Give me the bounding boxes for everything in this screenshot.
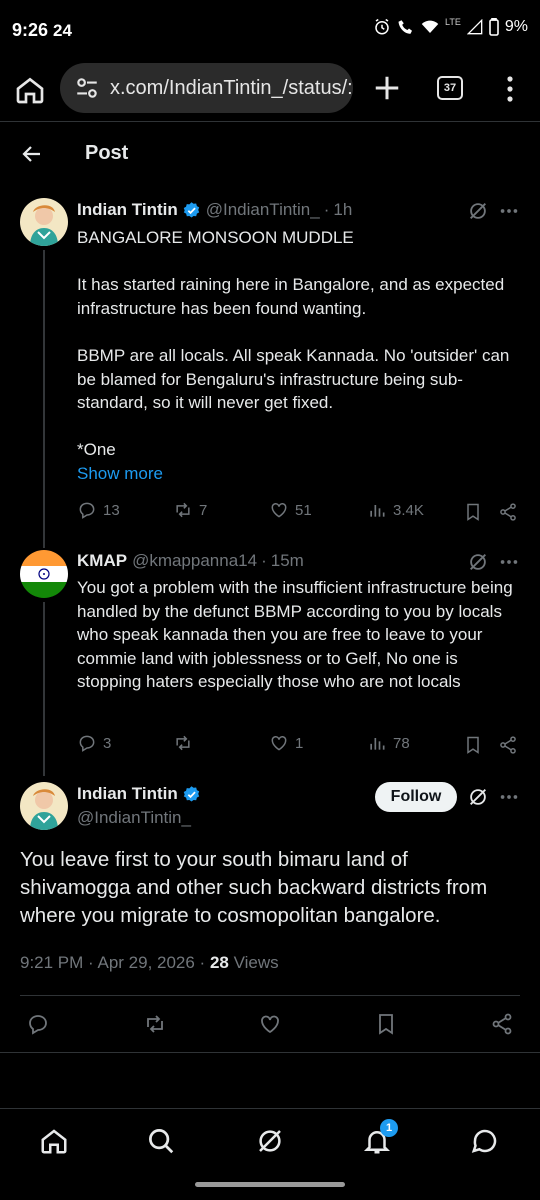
status-icons: LTE 9% <box>373 17 528 36</box>
tweet-header: Indian Tintin <box>77 784 201 804</box>
india-flag-avatar <box>20 550 68 598</box>
reply-button[interactable]: 3 <box>77 733 111 753</box>
heart-icon[interactable] <box>258 1012 282 1036</box>
tweet-meta: 9:21 PM · Apr 29, 2026 · 28 Views <box>20 953 279 973</box>
avatar[interactable] <box>20 198 68 246</box>
tweet-time[interactable]: 15m <box>271 551 304 571</box>
bookmark-icon[interactable] <box>463 735 483 755</box>
home-icon[interactable] <box>14 74 46 106</box>
views-count: 28 <box>209 953 229 972</box>
repost-button[interactable]: 7 <box>173 500 207 520</box>
alarm-icon <box>375 18 389 35</box>
avatar-image <box>20 782 68 830</box>
tweet-header: Indian Tintin @IndianTintin_ · 1h <box>77 200 353 220</box>
reply-icon <box>79 735 95 752</box>
analytics-icon <box>370 505 385 517</box>
repost-button[interactable] <box>173 733 193 753</box>
main-tweet-text: You leave first to your south bimaru lan… <box>20 848 488 927</box>
new-tab-icon[interactable] <box>372 73 402 103</box>
grok-icon[interactable] <box>467 786 489 808</box>
verified-badge-icon <box>183 785 199 802</box>
more-vertical-icon[interactable] <box>500 74 520 104</box>
grok-icon[interactable] <box>467 200 489 222</box>
like-button[interactable]: 51 <box>269 500 312 520</box>
repost-icon <box>176 735 190 751</box>
post-header: Post <box>0 122 540 184</box>
tab-switcher-button[interactable]: 37 <box>437 76 463 100</box>
wifi-call-icon <box>398 20 413 34</box>
author-handle[interactable]: @IndianTintin_ <box>77 808 191 828</box>
status-time: 9:26 24 <box>12 20 72 40</box>
share-icon[interactable] <box>498 735 518 755</box>
main-tweet-actions <box>0 1008 540 1042</box>
tweet-time[interactable]: 1h <box>333 200 352 220</box>
grok-icon[interactable] <box>255 1126 285 1156</box>
more-horizontal-icon[interactable] <box>498 200 520 222</box>
home-icon[interactable] <box>39 1126 69 1156</box>
author-handle[interactable]: @kmappanna14 <box>132 551 257 571</box>
more-horizontal-icon[interactable] <box>498 551 520 573</box>
divider <box>0 1052 540 1053</box>
search-icon[interactable] <box>146 1126 176 1156</box>
gesture-bar[interactable] <box>195 1182 345 1187</box>
status-bar: 9:26 24 LTE 9% <box>0 0 540 60</box>
battery-percent: 9% <box>504 18 528 35</box>
share-icon[interactable] <box>490 1012 514 1036</box>
messages-icon[interactable] <box>470 1126 500 1156</box>
verified-badge-icon <box>183 201 199 218</box>
views-label: Views <box>228 953 279 972</box>
heart-icon <box>271 502 287 518</box>
lte-label: LTE <box>445 17 461 27</box>
tweet-header: KMAP @kmappanna14 · 15m <box>77 551 304 571</box>
browser-toolbar: x.com/IndianTintin_/status/: 37 <box>0 60 540 122</box>
notification-badge: 1 <box>380 1119 398 1137</box>
repost-icon <box>176 502 190 518</box>
wifi-icon <box>421 20 439 33</box>
tweet-actions: 3 1 78 <box>77 733 522 759</box>
follow-button[interactable]: Follow <box>375 782 457 812</box>
reply-icon[interactable] <box>26 1012 50 1036</box>
show-more-link[interactable]: Show more <box>77 462 517 486</box>
tweet-body: BANGALORE MONSOON MUDDLE It has started … <box>77 226 517 486</box>
views-button[interactable]: 3.4K <box>367 500 424 520</box>
bookmark-icon[interactable] <box>463 502 483 522</box>
reply-button[interactable]: 13 <box>77 500 120 520</box>
heart-icon <box>271 735 287 751</box>
author-name[interactable]: Indian Tintin <box>77 784 178 804</box>
signal-icon <box>466 19 483 35</box>
grok-icon[interactable] <box>467 551 489 573</box>
avatar[interactable] <box>20 550 68 598</box>
thread-line <box>43 602 45 776</box>
thread-line <box>43 250 45 548</box>
address-bar[interactable]: x.com/IndianTintin_/status/: <box>60 63 353 113</box>
bottom-nav: 1 <box>0 1108 540 1178</box>
timestamp[interactable]: 9:21 PM · Apr 29, 2026 · <box>20 953 210 972</box>
views-button[interactable]: 78 <box>367 733 410 753</box>
repost-icon[interactable] <box>143 1012 167 1036</box>
battery-icon <box>489 18 499 36</box>
author-handle[interactable]: @IndianTintin_ <box>206 200 320 220</box>
avatar[interactable] <box>20 782 68 830</box>
url-text: x.com/IndianTintin_/status/: <box>110 76 353 99</box>
like-button[interactable]: 1 <box>269 733 303 753</box>
avatar-image <box>20 198 68 246</box>
analytics-icon <box>370 738 385 750</box>
site-settings-icon[interactable] <box>74 75 100 101</box>
divider <box>20 995 520 996</box>
page-title: Post <box>85 142 129 164</box>
more-horizontal-icon[interactable] <box>498 786 520 808</box>
author-name[interactable]: Indian Tintin <box>77 200 178 220</box>
author-name[interactable]: KMAP <box>77 551 127 571</box>
back-arrow-icon[interactable] <box>20 142 44 166</box>
bookmark-icon[interactable] <box>374 1012 398 1036</box>
tweet-body: You got a problem with the insufficient … <box>77 578 513 692</box>
reply-icon <box>79 502 95 519</box>
tweet-actions: 13 7 51 3.4K <box>77 500 522 526</box>
share-icon[interactable] <box>498 502 518 522</box>
